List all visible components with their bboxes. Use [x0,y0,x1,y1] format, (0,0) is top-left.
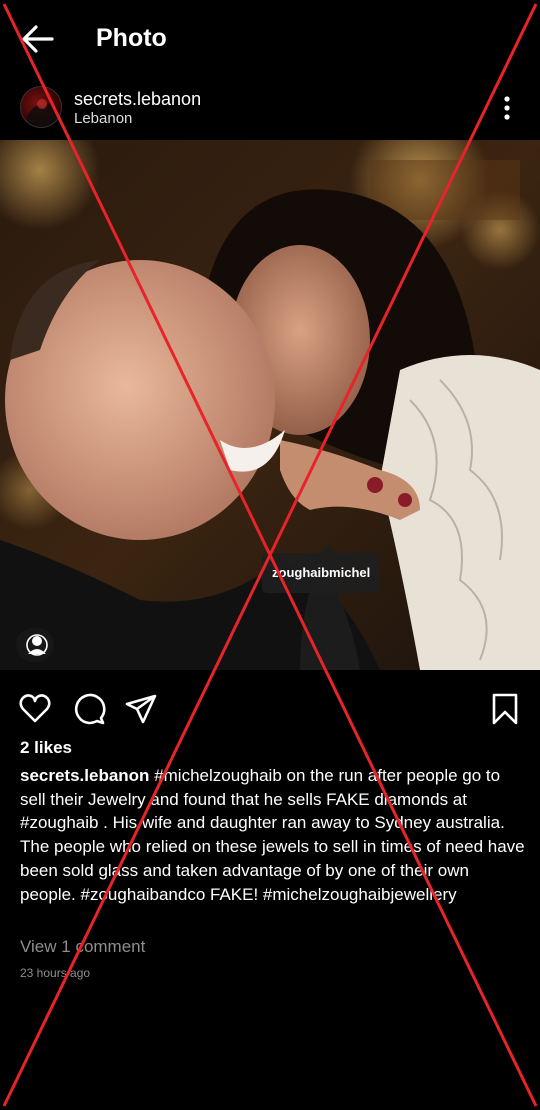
share-button[interactable] [124,692,158,726]
caption-text: #michelzoughaib on the run after people … [20,766,525,904]
person-tag-icon [26,634,48,656]
post-photo[interactable]: zoughaibmichel [0,140,540,670]
likes-count[interactable]: 2 likes [20,738,72,758]
post-timestamp: 23 hours ago [20,966,91,980]
save-button[interactable] [488,692,522,726]
view-comments-link[interactable]: View 1 comment [20,937,145,957]
post-username[interactable]: secrets.lebanon [74,89,201,110]
paper-plane-icon [125,694,157,724]
user-tags-button[interactable] [16,628,54,662]
avatar-image [27,99,59,127]
heart-icon [19,694,51,723]
page-title: Photo [96,24,167,52]
like-button[interactable] [18,692,52,726]
bookmark-icon [492,693,518,725]
avatar[interactable] [20,86,62,128]
arrow-left-icon [22,25,54,53]
user-tag-label[interactable]: zoughaibmichel [262,553,381,593]
post-actions-bar [0,688,540,730]
tag-pointer [320,545,336,553]
caption-username[interactable]: secrets.lebanon [20,766,149,785]
post-header: secrets.lebanon Lebanon [0,84,540,136]
post-caption: secrets.lebanon #michelzoughaib on the r… [20,764,525,906]
comment-bubble-icon [74,693,106,725]
post-location[interactable]: Lebanon [74,110,132,127]
top-bar: Photo [0,0,540,78]
more-options-button[interactable] [496,94,518,122]
comment-button[interactable] [72,692,106,726]
back-button[interactable] [18,22,58,56]
vertical-dots-icon [504,96,510,120]
